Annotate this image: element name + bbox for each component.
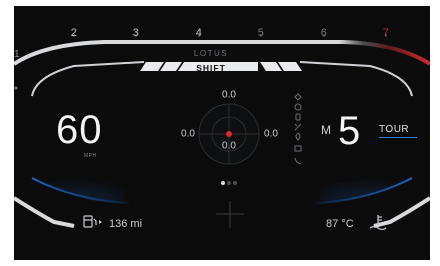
rpm-number-4: 4 [195,27,203,39]
coolant-temp-unit: °C [341,218,354,230]
g-value-top: 0.0 [222,89,236,101]
brand-logo-text: LOTUS [193,49,229,58]
g-value-bottom: 0.0 [222,140,236,152]
right-lower-arc [373,196,430,228]
g-value-right: 0.0 [264,128,278,140]
inner-frame-left [31,61,145,97]
rpm-number-2: 2 [70,27,78,39]
seat-icon [295,113,301,121]
rpm-ticks [73,34,387,37]
inner-frame-right [299,61,413,97]
drive-mode-underline [379,137,417,138]
speed-value: 60 [56,108,103,152]
g-meter [198,103,260,165]
camera-icon [294,145,302,152]
gear-mode-prefix: M [321,123,331,137]
phone-icon [294,157,302,165]
fuel-side-arrow-icon [99,220,102,224]
g-meter-dot [226,131,232,137]
coolant-temp-value: 87 [326,218,339,230]
rpm-number-7: 7 [382,27,390,39]
crosshair-icon [216,201,244,228]
rpm-number-1: 1 [14,49,20,60]
shift-label: SHIFT [196,63,226,73]
gear-value: 5 [338,109,361,153]
fuel-icon [83,215,97,228]
g-value-left: 0.0 [181,128,195,140]
left-lower-arc [14,196,75,228]
page-indicator[interactable] [221,181,237,185]
drive-mode-label[interactable]: TOUR [379,124,409,135]
location-icon [295,132,301,141]
instrument-cluster: 2 3 4 5 6 7 1 LOTUS SHIFT 60 MPH M 5 TOU… [14,6,430,260]
speed-unit: MPH [84,153,97,159]
rpm-number-3: 3 [132,27,140,39]
rpm-number-5: 5 [257,27,265,39]
status-icons [294,93,302,165]
coolant-temp-readout: 87 °C [326,218,354,230]
rpm-number-6: 6 [320,27,328,39]
range-value: 136 mi [109,218,143,230]
diamond-icon [294,93,302,101]
no-signal-icon [294,123,302,131]
left-marker [14,86,18,90]
power-icon [294,103,302,111]
